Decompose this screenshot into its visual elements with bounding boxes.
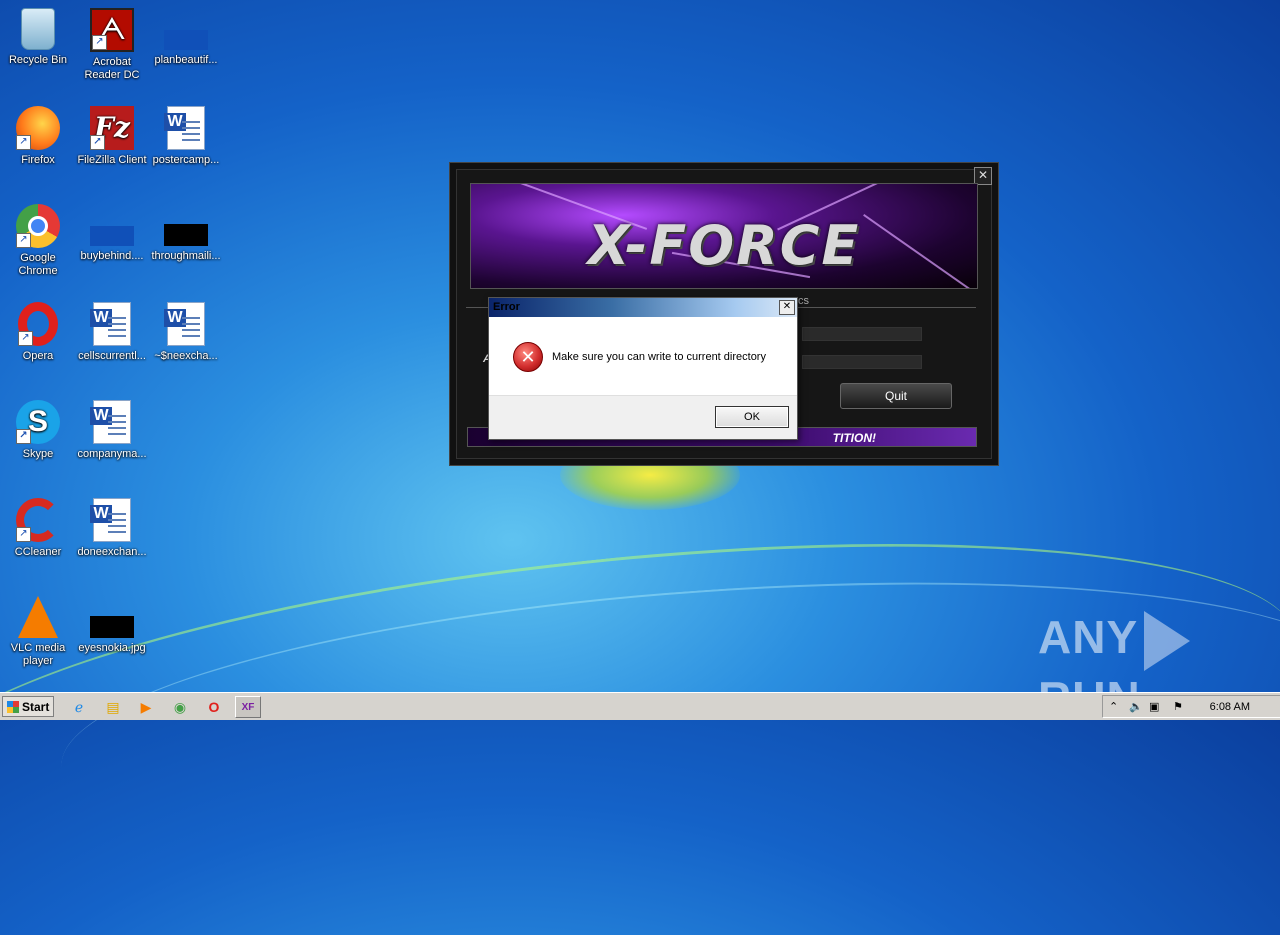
desktop-icon-label: planbeautif... <box>154 54 218 66</box>
word-document-icon: W <box>164 302 205 346</box>
desktop-icon-label: Acrobat Reader DC <box>84 56 140 81</box>
desktop-icon-label: doneexchan... <box>77 546 147 558</box>
desktop-icon-doneexchan[interactable]: W doneexchan... <box>74 498 150 559</box>
taskbar: Start ℯ ▤ ▶ ◉ O XF ⌃ 🔈 ▣ ⚑ 6:08 AM <box>0 692 1280 720</box>
watermark-text: ANY <box>1038 611 1139 663</box>
desktop-icon-ccleaner[interactable]: ↗ CCleaner <box>0 498 76 559</box>
desktop-icon-label: Recycle Bin <box>8 54 68 66</box>
error-dialog-button-area: OK <box>489 395 797 439</box>
clock[interactable]: 6:08 AM <box>1210 701 1250 713</box>
ok-button[interactable]: OK <box>715 406 789 428</box>
word-document-icon: W <box>164 106 205 150</box>
acrobat-icon: ᗅ ↗ <box>90 8 134 52</box>
image-file-icon <box>90 616 134 638</box>
taskbar-opera-icon[interactable]: O <box>201 696 227 718</box>
desktop-icon-skype[interactable]: S ↗ Skype <box>0 400 76 461</box>
xforce-logo-text: X-FORCE <box>587 214 861 277</box>
word-document-icon: W <box>90 400 131 444</box>
shortcut-arrow-icon: ↗ <box>16 135 31 150</box>
desktop-icon-neexcha[interactable]: W ~$neexcha... <box>148 302 224 363</box>
filezilla-icon: Fz ↗ <box>90 106 134 150</box>
desktop-icon-label: buybehind.... <box>80 250 144 262</box>
file-icon <box>164 30 208 50</box>
taskbar-explorer-icon[interactable]: ▤ <box>100 696 126 718</box>
error-message: Make sure you can write to current direc… <box>552 351 766 363</box>
error-dialog[interactable]: Error ✕ ✕ Make sure you can write to cur… <box>488 297 798 440</box>
taskbar-chrome-icon[interactable]: ◉ <box>167 696 193 718</box>
error-dialog-titlebar[interactable]: Error ✕ <box>489 298 797 317</box>
error-dialog-close-button[interactable]: ✕ <box>779 300 795 315</box>
volume-icon[interactable]: 🔈 <box>1129 700 1143 713</box>
shortcut-arrow-icon: ↗ <box>16 527 31 542</box>
network-icon[interactable]: ▣ <box>1149 700 1159 713</box>
desktop-icon-acrobat[interactable]: ᗅ ↗ Acrobat Reader DC <box>74 8 150 82</box>
vlc-cone-icon <box>18 596 58 638</box>
desktop-icon-label: throughmaili... <box>151 250 221 262</box>
recycle-bin-icon <box>21 8 55 50</box>
desktop-icon-cellscurrentl[interactable]: W cellscurrentl... <box>74 302 150 363</box>
desktop-icon-label: FileZilla Client <box>77 154 147 166</box>
error-icon: ✕ <box>513 342 543 372</box>
taskbar-xforce-icon[interactable]: XF <box>235 696 261 718</box>
word-document-icon: W <box>90 302 131 346</box>
system-tray: ⌃ 🔈 ▣ ⚑ 6:08 AM <box>1102 695 1280 718</box>
desktop-icon-label: eyesnokia.jpg <box>78 642 146 654</box>
firefox-icon: ↗ <box>16 106 60 150</box>
quit-button[interactable]: Quit <box>840 383 952 409</box>
desktop-icon-label: Google Chrome <box>18 252 58 277</box>
file-icon <box>90 226 134 246</box>
desktop-icon-label: companyma... <box>77 448 147 460</box>
taskbar-ie-icon[interactable]: ℯ <box>66 696 92 718</box>
xforce-tab-label: cs <box>798 295 809 307</box>
shortcut-arrow-icon: ↗ <box>90 135 105 150</box>
desktop-icon-label: Opera <box>22 350 54 362</box>
desktop-icon-firefox[interactable]: ↗ Firefox <box>0 106 76 167</box>
error-dialog-title: Error <box>493 301 520 313</box>
desktop-icon-postercamp[interactable]: W postercamp... <box>148 106 224 167</box>
xforce-banner: X-FORCE <box>470 183 978 289</box>
desktop-icon-opera[interactable]: ↗ Opera <box>0 302 76 363</box>
chrome-icon: ↗ <box>16 204 60 248</box>
start-label: Start <box>22 700 50 714</box>
desktop-icon-label: cellscurrentl... <box>78 350 146 362</box>
xforce-activation-field[interactable] <box>802 355 922 369</box>
shortcut-arrow-icon: ↗ <box>18 331 33 346</box>
shortcut-arrow-icon: ↗ <box>16 233 31 248</box>
desktop-icon-label: Skype <box>22 448 54 460</box>
opera-icon: ↗ <box>18 302 58 346</box>
desktop-icon-vlc[interactable]: VLC media player <box>0 596 76 668</box>
shortcut-arrow-icon: ↗ <box>92 35 107 50</box>
xforce-request-field[interactable] <box>802 327 922 341</box>
desktop-icon-label: Firefox <box>21 154 55 166</box>
desktop-icon-planbeautif[interactable]: planbeautif... <box>148 8 224 67</box>
desktop-icon-chrome[interactable]: ↗ Google Chrome <box>0 204 76 278</box>
desktop-icon-throughmaili[interactable]: throughmaili... <box>148 204 224 263</box>
shortcut-arrow-icon: ↗ <box>16 429 31 444</box>
action-center-flag-icon[interactable]: ⚑ <box>1173 700 1183 713</box>
desktop-icon-label: CCleaner <box>14 546 62 558</box>
desktop-icon-buybehind[interactable]: buybehind.... <box>74 204 150 263</box>
tray-expand-icon[interactable]: ⌃ <box>1109 700 1118 713</box>
desktop-icon-filezilla[interactable]: Fz ↗ FileZilla Client <box>74 106 150 167</box>
taskbar-media-player-icon[interactable]: ▶ <box>133 696 159 718</box>
desktop-icon-label: postercamp... <box>152 154 220 166</box>
ccleaner-icon: ↗ <box>16 498 60 542</box>
skype-icon: S ↗ <box>16 400 60 444</box>
desktop-icon-label: VLC media player <box>10 642 66 667</box>
windows-flag-icon <box>7 701 19 713</box>
play-icon <box>1144 610 1191 671</box>
image-file-icon <box>164 224 208 246</box>
start-button[interactable]: Start <box>2 696 54 717</box>
desktop-icon-label: ~$neexcha... <box>154 350 218 362</box>
desktop-icon-eyesnokia[interactable]: eyesnokia.jpg <box>74 596 150 655</box>
word-document-icon: W <box>90 498 131 542</box>
desktop-icon-companyma[interactable]: W companyma... <box>74 400 150 461</box>
desktop-icon-recycle-bin[interactable]: Recycle Bin <box>0 8 76 67</box>
